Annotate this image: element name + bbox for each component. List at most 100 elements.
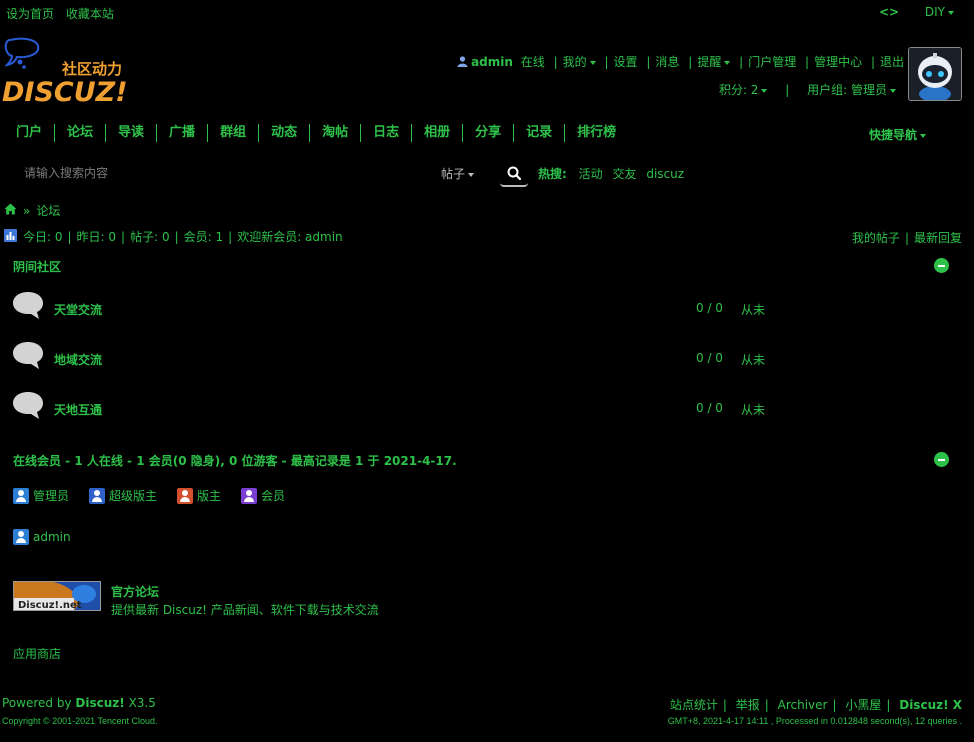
- version-label: X3.5: [128, 696, 156, 710]
- nav-item-portal[interactable]: 门户: [4, 124, 56, 142]
- discuz-net-logo-icon: Discuz!.net: [14, 582, 100, 610]
- credits-menu[interactable]: 积分: 2: [719, 83, 768, 97]
- forum-last-post: 从未: [741, 303, 766, 317]
- nav-item-guide[interactable]: 导读: [106, 124, 158, 142]
- nav-item-collections[interactable]: 淘帖: [310, 124, 362, 142]
- legend-admin: 管理员: [13, 487, 69, 504]
- breadcrumb: » 论坛: [4, 202, 60, 219]
- breadcrumb-separator: »: [23, 203, 31, 218]
- notifications-label: 提醒: [697, 55, 722, 69]
- forum-last-post: 从未: [741, 403, 766, 417]
- partner-title[interactable]: 官方论坛: [111, 583, 159, 600]
- collapse-icon[interactable]: [934, 258, 949, 273]
- archiver-link[interactable]: Archiver: [778, 698, 828, 712]
- chevron-down-icon: [948, 10, 954, 15]
- powered-brand-link[interactable]: Discuz!: [75, 696, 124, 710]
- legend-super-moderator: 超级版主: [89, 487, 157, 504]
- diy-label: DIY: [924, 5, 945, 19]
- nav-item-share[interactable]: 分享: [463, 124, 515, 142]
- blacklist-link[interactable]: 小黑屋: [845, 698, 881, 712]
- online-username[interactable]: admin: [33, 530, 71, 544]
- settings-link[interactable]: 设置: [614, 55, 638, 69]
- site-stats-link[interactable]: 站点统计: [670, 698, 718, 712]
- my-menu[interactable]: 我的: [563, 55, 596, 69]
- forum-row: 天堂交流 0 / 0 从未: [12, 290, 812, 326]
- nav-item-blog[interactable]: 日志: [361, 124, 413, 142]
- credits-label: 积分: 2: [718, 83, 759, 97]
- partner-description: 提供最新 Discuz! 产品新闻、软件下载与技术交流: [111, 603, 379, 617]
- home-icon[interactable]: [4, 203, 17, 218]
- user-icon: [457, 56, 468, 67]
- logo-subtitle: 社区动力: [61, 60, 122, 78]
- username-link[interactable]: admin: [471, 55, 513, 69]
- set-home-link[interactable]: 设为首页: [6, 7, 54, 21]
- main-nav: 门户 论坛 导读 广播 群组 动态 淘帖 日志 相册 分享 记录 排行榜: [4, 124, 628, 142]
- forum-bubble-icon[interactable]: [12, 390, 44, 420]
- forum-bubble-icon[interactable]: [12, 290, 44, 320]
- partner-logo[interactable]: Discuz!.net: [13, 581, 101, 611]
- nav-item-broadcast[interactable]: 广播: [157, 124, 209, 142]
- latest-replies-link[interactable]: 最新回复: [914, 231, 962, 245]
- chevron-down-icon: [468, 172, 475, 177]
- nav-item-feed[interactable]: 动态: [259, 124, 311, 142]
- footer-info: GMT+8, 2021-4-17 14:11 , Processed in 0.…: [667, 716, 962, 726]
- forum-row: 地域交流 0 / 0 从未: [12, 340, 812, 376]
- legend-moderator: 版主: [177, 487, 221, 504]
- messages-link[interactable]: 消息: [655, 55, 679, 69]
- collapse-icon[interactable]: [934, 452, 949, 467]
- search-type-select[interactable]: 帖子: [441, 165, 475, 182]
- topbar: 设为首页 收藏本站: [6, 5, 122, 22]
- site-logo[interactable]: 社区动力 DISCUZ!: [2, 36, 134, 108]
- online-status[interactable]: 在线: [521, 55, 545, 69]
- stat-yesterday: 昨日: 0: [76, 230, 117, 244]
- online-user[interactable]: admin: [13, 529, 71, 545]
- code-icon[interactable]: <>: [879, 5, 899, 19]
- post-links: 我的帖子 | 最新回复: [851, 231, 962, 245]
- my-menu-label: 我的: [562, 55, 587, 69]
- forum-name[interactable]: 地域交流: [54, 351, 102, 368]
- nav-item-doing[interactable]: 记录: [514, 124, 566, 142]
- nav-item-album[interactable]: 相册: [412, 124, 464, 142]
- hot-term[interactable]: 交友: [612, 167, 636, 181]
- avatar[interactable]: [908, 47, 962, 101]
- search-button[interactable]: [500, 160, 528, 187]
- nav-item-forum[interactable]: 论坛: [55, 124, 107, 142]
- credit-bar: 积分: 2 | 用户组: 管理员: [719, 81, 896, 98]
- moderator-user-icon: [177, 487, 194, 504]
- nav-item-ranklist[interactable]: 排行榜: [565, 124, 628, 142]
- category-title[interactable]: 阴间社区: [13, 258, 61, 275]
- breadcrumb-forum[interactable]: 论坛: [36, 202, 60, 219]
- user-bar: admin 在线 | 我的 | 设置 | 消息 | 提醒 | 门户管理 | 管理中心 | 退出: [457, 53, 904, 70]
- online-members-title[interactable]: 在线会员 - 1 人在线 - 1 会员(0 隐身), 0 位游客 - 最高记录是…: [13, 452, 457, 469]
- diy-button[interactable]: DIY: [925, 5, 954, 19]
- forum-stats: 今日: 0 | 昨日: 0 | 帖子: 0 | 会员: 1 | 欢迎新会员: admin: [4, 228, 343, 245]
- super-moderator-user-icon: [89, 487, 106, 504]
- legend-label: 版主: [197, 489, 222, 503]
- forum-name[interactable]: 天堂交流: [54, 301, 102, 318]
- notifications-menu[interactable]: 提醒: [697, 55, 731, 69]
- hot-term[interactable]: 活动: [579, 167, 603, 181]
- nav-item-groups[interactable]: 群组: [208, 124, 260, 142]
- forum-bubble-icon[interactable]: [12, 340, 44, 370]
- stat-welcome[interactable]: 欢迎新会员: admin: [237, 228, 342, 245]
- discuz-x-link[interactable]: Discuz! X: [899, 698, 962, 712]
- search-input[interactable]: [14, 160, 434, 186]
- quick-nav-menu[interactable]: 快捷导航: [869, 126, 926, 143]
- app-store-link[interactable]: 应用商店: [13, 645, 61, 662]
- robot-avatar-icon: [909, 48, 961, 100]
- forum-name[interactable]: 天地互通: [54, 401, 102, 418]
- admin-center-link[interactable]: 管理中心: [814, 55, 862, 69]
- bookmark-link[interactable]: 收藏本站: [66, 7, 114, 21]
- portal-admin-link[interactable]: 门户管理: [748, 55, 796, 69]
- stat-members: 会员: 1: [183, 230, 224, 244]
- my-posts-link[interactable]: 我的帖子: [852, 231, 900, 245]
- powered-by: Powered by Discuz! X3.5: [2, 696, 156, 710]
- hot-term[interactable]: discuz: [646, 167, 684, 181]
- footer-links: 站点统计 | 举报 | Archiver | 小黑屋 | Discuz! X: [669, 698, 962, 712]
- usergroup-menu[interactable]: 用户组: 管理员: [807, 83, 896, 97]
- copyright: Copyright © 2001-2021 Tencent Cloud.: [2, 716, 158, 726]
- search-type-label: 帖子: [441, 167, 466, 181]
- report-link[interactable]: 举报: [736, 698, 760, 712]
- discuz-logo-icon: 社区动力 DISCUZ!: [2, 37, 128, 108]
- logout-link[interactable]: 退出: [880, 55, 904, 69]
